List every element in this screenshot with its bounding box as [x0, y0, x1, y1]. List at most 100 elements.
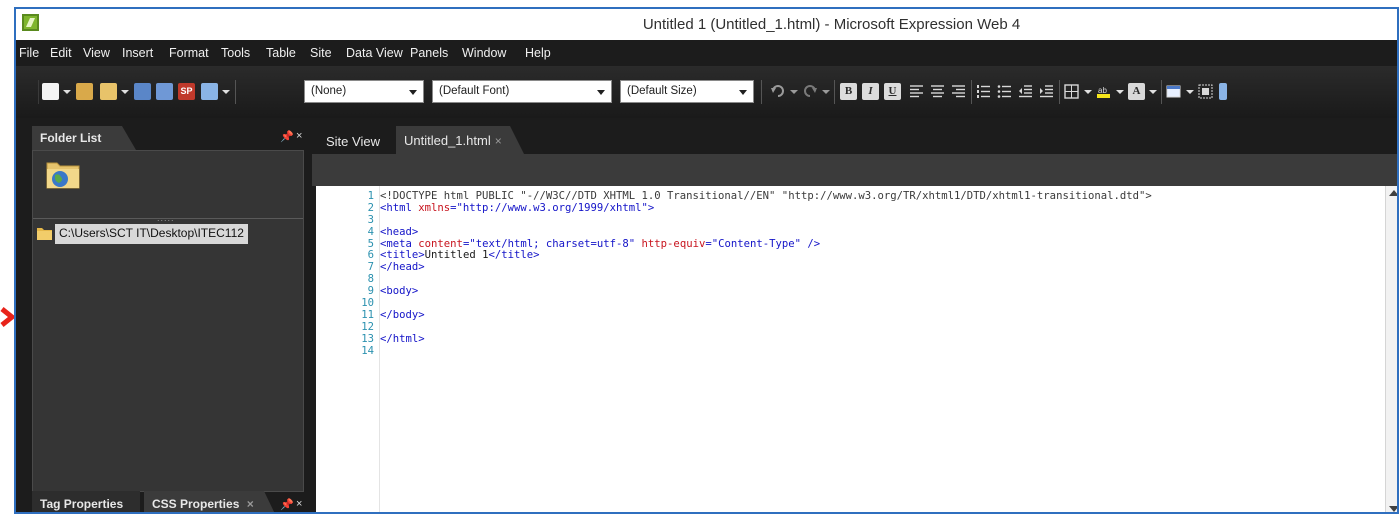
line-number: 3 [367, 213, 374, 226]
insert-layer-icon[interactable] [1198, 84, 1213, 99]
line-number: 1 [367, 190, 374, 202]
menu-edit[interactable]: Edit [50, 46, 72, 60]
menu-format[interactable]: Format [169, 46, 209, 60]
menu-help[interactable]: Help [525, 46, 551, 60]
panel-divider [33, 218, 303, 219]
line-number: 12 [361, 320, 374, 333]
close-icon[interactable]: × [495, 134, 502, 148]
save-icon[interactable] [134, 83, 151, 100]
code-line[interactable]: 6 <title>Untitled 1</title> [316, 250, 1385, 262]
code-line[interactable]: 13 </html> [316, 333, 1385, 346]
close-icon[interactable]: × [247, 497, 254, 511]
code-line[interactable]: 9 <body> [316, 285, 1385, 298]
menu-site[interactable]: Site [310, 46, 332, 60]
menu-file[interactable]: File [19, 46, 39, 60]
pin-icon[interactable]: 📌 [280, 130, 294, 143]
document-header-strip [312, 154, 1397, 186]
tab-tag-properties[interactable]: Tag Properties [32, 491, 140, 512]
highlight-icon[interactable]: ab [1096, 84, 1111, 99]
tab-folder-list[interactable]: Folder List [32, 126, 136, 150]
chevron-down-icon [739, 90, 747, 95]
menu-tools[interactable]: Tools [221, 46, 250, 60]
bold-button[interactable]: B [840, 83, 857, 100]
preview-in-browser-icon[interactable] [201, 83, 218, 100]
redo-icon[interactable] [802, 83, 818, 99]
scroll-up-icon[interactable] [1389, 190, 1397, 196]
new-page-dropdown-icon[interactable] [63, 90, 71, 94]
style-select[interactable]: (None) [304, 80, 424, 103]
title-bar[interactable]: Untitled 1 (Untitled_1.html) - Microsoft… [16, 9, 1397, 40]
menu-window[interactable]: Window [462, 46, 506, 60]
undo-icon[interactable] [770, 83, 786, 99]
css-properties-label: CSS Properties [152, 497, 240, 511]
code-line[interactable]: 7 </head> [316, 261, 1385, 274]
code-text: <body> [380, 285, 419, 298]
borders-dropdown-icon[interactable] [1084, 90, 1092, 94]
code-line[interactable]: 3 [316, 213, 1385, 227]
bulleted-list-icon[interactable] [997, 84, 1012, 99]
sharepoint-icon[interactable]: SP [178, 83, 195, 100]
insert-table-icon[interactable] [1166, 84, 1181, 99]
borders-icon[interactable] [1064, 84, 1079, 99]
menu-bar: File Edit View Insert Format Tools Table… [16, 40, 1397, 66]
line-number: 7 [367, 261, 374, 274]
font-select[interactable]: (Default Font) [432, 80, 612, 103]
save-all-icon[interactable] [156, 83, 173, 100]
code-line[interactable]: 12 [316, 320, 1385, 334]
align-center-icon[interactable] [930, 84, 945, 99]
folder-icon [37, 228, 52, 240]
code-line[interactable]: 2 <html xmlns="http://www.w3.org/1999/xht… [316, 201, 1385, 215]
scroll-down-icon[interactable] [1389, 506, 1397, 512]
code-text: <html xmlns="http://www.w3.org/1999/xhtm… [380, 201, 655, 214]
menu-insert[interactable]: Insert [122, 46, 153, 60]
new-page-icon[interactable] [42, 83, 59, 100]
highlight-dropdown-icon[interactable] [1116, 90, 1124, 94]
code-editor[interactable]: 1 <!DOCTYPE html PUBLIC "-//W3C//DTD XHTM… [316, 186, 1385, 512]
toolbar-grip [38, 80, 39, 104]
code-line[interactable]: 10 [316, 297, 1385, 310]
code-line[interactable]: 14 [316, 345, 1385, 358]
tab-untitled-1[interactable]: Untitled_1.html × [396, 126, 524, 154]
tab-css-properties[interactable]: CSS Properties × [144, 491, 276, 512]
font-color-dropdown-icon[interactable] [1149, 90, 1157, 94]
size-select[interactable]: (Default Size) [620, 80, 754, 103]
window-title: Untitled 1 (Untitled_1.html) - Microsoft… [642, 16, 1021, 33]
folder-list-body: ..... C:\Users\SCT IT\Desktop\ITEC112 [32, 150, 304, 492]
toolbar-separator [1161, 80, 1162, 104]
align-right-icon[interactable] [951, 84, 966, 99]
overflow-icon[interactable] [1219, 83, 1227, 100]
font-color-button[interactable]: A [1128, 83, 1145, 100]
vertical-scrollbar[interactable] [1385, 186, 1397, 512]
menu-data-view[interactable]: Data View [346, 46, 403, 60]
preview-dropdown-icon[interactable] [222, 90, 230, 94]
menu-panels[interactable]: Panels [410, 46, 448, 60]
close-icon[interactable]: × [296, 130, 302, 142]
website-root[interactable] [33, 151, 303, 216]
decrease-indent-icon[interactable] [1018, 84, 1033, 99]
underline-button[interactable]: U [884, 83, 901, 100]
code-lines: 1 <!DOCTYPE html PUBLIC "-//W3C//DTD XHTM… [316, 190, 1385, 358]
site-manager-icon[interactable] [76, 83, 93, 100]
increase-indent-icon[interactable] [1039, 84, 1054, 99]
chevron-down-icon [597, 90, 605, 95]
insert-table-dropdown-icon[interactable] [1186, 90, 1194, 94]
menu-view[interactable]: View [83, 46, 110, 60]
toolbar: SP (None) (Default Font) (Default Size) … [16, 66, 1397, 118]
close-icon[interactable]: × [296, 498, 302, 510]
open-dropdown-icon[interactable] [121, 90, 129, 94]
redo-dropdown-icon[interactable] [822, 90, 830, 94]
style-select-value: (None) [311, 85, 347, 97]
code-text: </body> [380, 308, 425, 321]
numbered-list-icon[interactable] [976, 84, 991, 99]
tab-label: Untitled_1.html [404, 133, 491, 148]
open-folder-icon[interactable] [100, 83, 117, 100]
code-line[interactable]: 11 </body> [316, 308, 1385, 322]
pin-icon[interactable]: 📌 [280, 498, 294, 511]
menu-table[interactable]: Table [266, 46, 296, 60]
undo-dropdown-icon[interactable] [790, 90, 798, 94]
tab-site-view[interactable]: Site View [318, 130, 386, 154]
align-left-icon[interactable] [909, 84, 924, 99]
code-line[interactable]: 8 [316, 273, 1385, 286]
italic-button[interactable]: I [862, 83, 879, 100]
svg-text:ab: ab [1098, 86, 1107, 95]
